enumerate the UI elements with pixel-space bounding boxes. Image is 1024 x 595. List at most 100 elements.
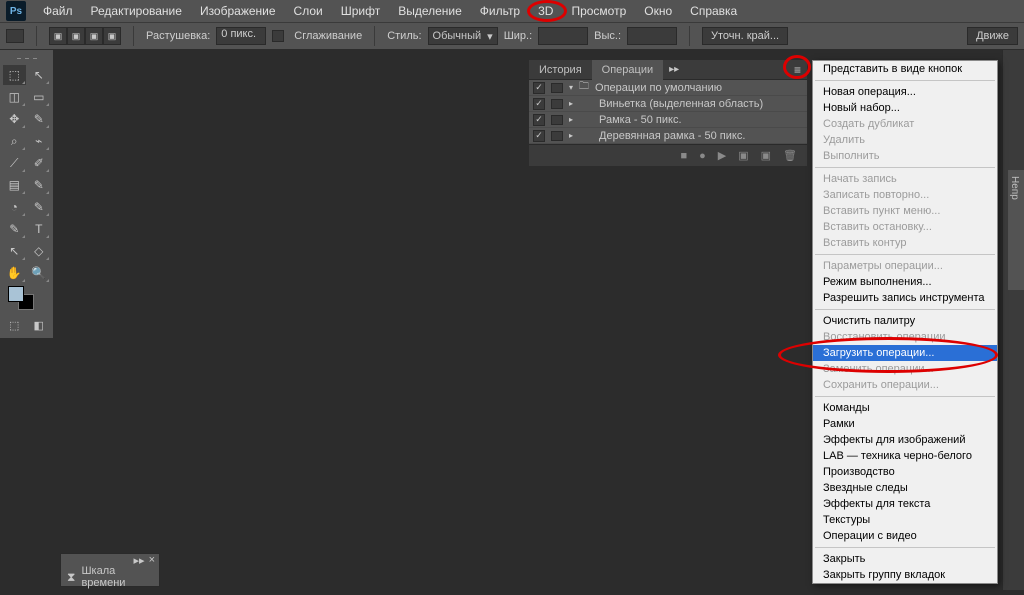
flyout-item[interactable]: Разрешить запись инструмента: [813, 290, 997, 306]
timeline-label: Шкала времени: [81, 565, 153, 589]
flyout-item[interactable]: Эффекты для текста: [813, 496, 997, 512]
tool-6-1[interactable]: ✎: [28, 197, 51, 217]
dialog-toggle[interactable]: [551, 99, 563, 109]
stop-icon[interactable]: ■: [680, 150, 687, 162]
new-set-icon[interactable]: ▣: [738, 149, 748, 162]
style-select[interactable]: Обычный▾: [428, 27, 498, 45]
flyout-item[interactable]: Эффекты для изображений: [813, 432, 997, 448]
record-icon[interactable]: ●: [699, 150, 706, 162]
flyout-item[interactable]: Текстуры: [813, 512, 997, 528]
quickmask-button[interactable]: ⬚: [2, 316, 27, 334]
toggle-checkbox[interactable]: ✓: [533, 98, 545, 110]
tool-5-1[interactable]: ✎: [28, 175, 51, 195]
tool-preset-swatch[interactable]: [6, 29, 24, 43]
menu-изображение[interactable]: Изображение: [191, 0, 285, 22]
tool-1-1[interactable]: ▭: [28, 87, 51, 107]
tab-actions[interactable]: Операции: [592, 60, 663, 80]
flyout-item[interactable]: Представить в виде кнопок: [813, 61, 997, 77]
menu-шрифт[interactable]: Шрифт: [332, 0, 389, 22]
tool-3-1[interactable]: ⌁: [28, 131, 51, 151]
menu-выделение[interactable]: Выделение: [389, 0, 471, 22]
tool-0-1[interactable]: ↖: [28, 65, 51, 85]
flyout-item[interactable]: Загрузить операции...: [813, 345, 997, 361]
tool-9-0[interactable]: ✋: [3, 263, 26, 283]
flyout-item[interactable]: Режим выполнения...: [813, 274, 997, 290]
timeline-panel[interactable]: ▸▸× ⧗Шкала времени: [60, 553, 160, 587]
menu-слои[interactable]: Слои: [285, 0, 332, 22]
menu-редактирование[interactable]: Редактирование: [82, 0, 191, 22]
select-intersect-button[interactable]: ▣: [103, 27, 121, 45]
flyout-item[interactable]: Новая операция...: [813, 84, 997, 100]
menu-просмотр[interactable]: Просмотр: [562, 0, 635, 22]
color-swatches[interactable]: [2, 284, 51, 312]
tool-1-0[interactable]: ◫: [3, 87, 26, 107]
tool-0-0[interactable]: ⬚: [3, 65, 26, 85]
tool-2-1[interactable]: ✎: [28, 109, 51, 129]
tool-8-1[interactable]: ◇: [28, 241, 51, 261]
disclosure-icon[interactable]: ▸: [569, 115, 573, 124]
collapse-icon[interactable]: ▸▸: [663, 64, 685, 75]
tool-4-1[interactable]: ✐: [28, 153, 51, 173]
tool-6-0[interactable]: ◔: [3, 197, 26, 217]
toggle-checkbox[interactable]: ✓: [533, 82, 545, 94]
flyout-item[interactable]: Рамки: [813, 416, 997, 432]
flyout-item[interactable]: Операции с видео: [813, 528, 997, 544]
dialog-toggle[interactable]: [551, 83, 563, 93]
flyout-item[interactable]: LAB — техника черно-белого: [813, 448, 997, 464]
new-action-icon[interactable]: ▣: [761, 149, 771, 162]
height-input[interactable]: [627, 27, 677, 45]
dialog-toggle[interactable]: [551, 131, 563, 141]
feather-input[interactable]: 0 пикс.: [216, 27, 266, 45]
tool-2-0[interactable]: ✥: [3, 109, 26, 129]
foreground-swatch[interactable]: [8, 286, 24, 302]
menu-файл[interactable]: Файл: [34, 0, 82, 22]
tool-9-1[interactable]: 🔍: [28, 263, 51, 283]
tab-history[interactable]: История: [529, 60, 592, 80]
flyout-item[interactable]: Звездные следы: [813, 480, 997, 496]
dialog-toggle[interactable]: [551, 115, 563, 125]
width-input[interactable]: [538, 27, 588, 45]
motion-button[interactable]: Движе: [967, 27, 1018, 45]
action-row[interactable]: ✓▸Рамка - 50 пикс.: [529, 112, 807, 128]
flyout-item[interactable]: Новый набор...: [813, 100, 997, 116]
select-new-button[interactable]: ▣: [49, 27, 67, 45]
toggle-checkbox[interactable]: ✓: [533, 114, 545, 126]
toggle-checkbox[interactable]: ✓: [533, 130, 545, 142]
select-subtract-button[interactable]: ▣: [85, 27, 103, 45]
flyout-item[interactable]: Очистить палитру: [813, 313, 997, 329]
flyout-item[interactable]: Закрыть группу вкладок: [813, 567, 997, 583]
antialias-label: Сглаживание: [294, 30, 362, 42]
select-add-button[interactable]: ▣: [67, 27, 85, 45]
flyout-item[interactable]: Закрыть: [813, 551, 997, 567]
actions-footer: ■ ● ▶ ▣ ▣ 🗑: [529, 144, 807, 166]
menu-справка[interactable]: Справка: [681, 0, 746, 22]
right-dock[interactable]: [1002, 50, 1024, 590]
menu-3d[interactable]: 3D: [529, 0, 562, 22]
chevron-down-icon: ▾: [487, 30, 493, 43]
flyout-item[interactable]: Производство: [813, 464, 997, 480]
tool-3-0[interactable]: ⌕: [3, 131, 26, 151]
disclosure-icon[interactable]: ▾: [569, 83, 573, 92]
disclosure-icon[interactable]: ▸: [569, 99, 573, 108]
refine-edge-button[interactable]: Уточн. край...: [702, 27, 788, 45]
tool-7-1[interactable]: T: [28, 219, 51, 239]
separator: [815, 396, 995, 397]
panel-menu-icon[interactable]: ≡: [788, 63, 807, 77]
trash-icon[interactable]: 🗑: [783, 149, 797, 162]
action-set-row[interactable]: ✓ ▾ 🗀 Операции по умолчанию: [529, 80, 807, 96]
flyout-item[interactable]: Команды: [813, 400, 997, 416]
disclosure-icon[interactable]: ▸: [569, 131, 573, 140]
tool-5-0[interactable]: ▤: [3, 175, 26, 195]
play-icon[interactable]: ▶: [718, 149, 726, 162]
tool-8-0[interactable]: ↖: [3, 241, 26, 261]
menu-фильтр[interactable]: Фильтр: [471, 0, 529, 22]
action-row[interactable]: ✓▸Виньетка (выделенная область): [529, 96, 807, 112]
tool-7-0[interactable]: ✎: [3, 219, 26, 239]
panel-grip[interactable]: [2, 54, 51, 62]
menu-окно[interactable]: Окно: [635, 0, 681, 22]
action-row[interactable]: ✓▸Деревянная рамка - 50 пикс.: [529, 128, 807, 144]
screenmode-button[interactable]: ◧: [27, 316, 52, 334]
antialias-checkbox[interactable]: [272, 30, 284, 42]
right-collapsed-panel[interactable]: Непр: [1008, 170, 1024, 290]
tool-4-0[interactable]: ⟋: [3, 153, 26, 173]
